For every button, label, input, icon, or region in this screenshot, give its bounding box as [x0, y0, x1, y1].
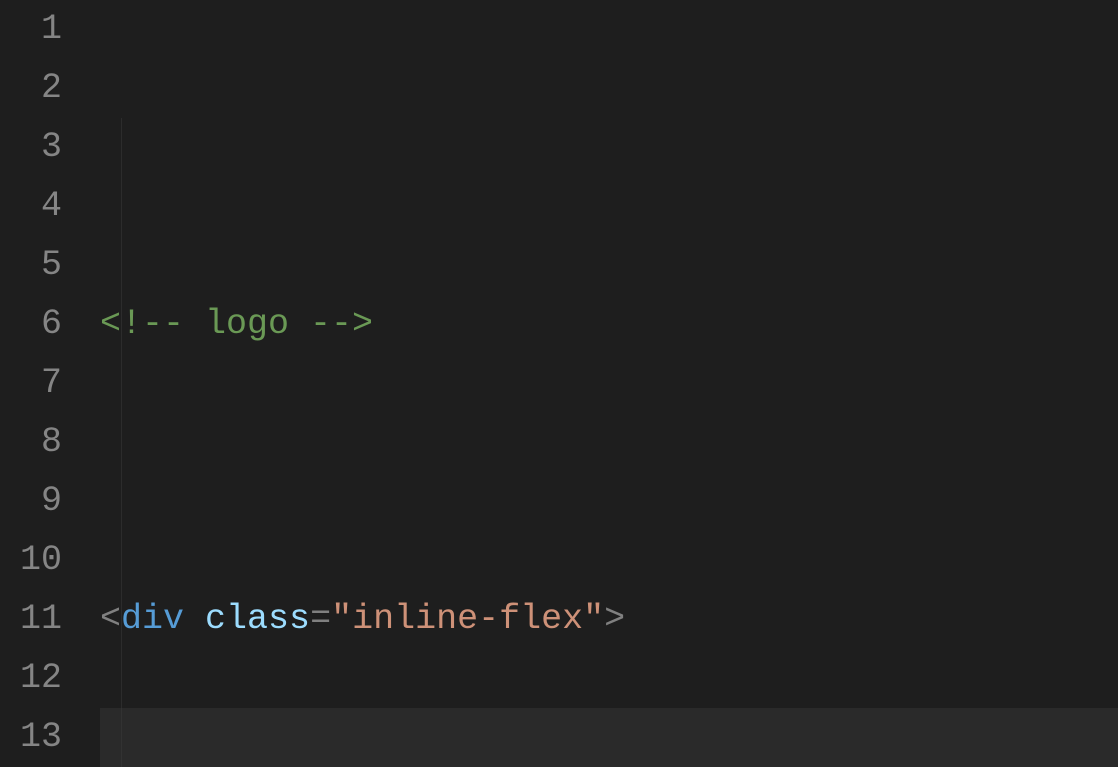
line-number: 9 — [0, 472, 100, 531]
line-number: 4 — [0, 177, 100, 236]
angle-open: < — [100, 599, 121, 639]
line-number: 5 — [0, 236, 100, 295]
line-number: 3 — [0, 118, 100, 177]
angle-close: > — [604, 599, 625, 639]
line-number: 11 — [0, 590, 100, 649]
line-number: 13 — [0, 708, 100, 767]
code-editor[interactable]: 1 2 3 4 5 6 7 8 9 10 11 12 13 <!-- logo … — [0, 0, 1118, 767]
line-number: 10 — [0, 531, 100, 590]
code-line[interactable]: <!-- logo --> — [100, 295, 1118, 354]
code-area[interactable]: <!-- logo --> <div class="inline-flex"> … — [100, 0, 1118, 767]
code-line[interactable]: <div class="inline-flex"> — [100, 590, 1118, 649]
indent-guide — [121, 118, 122, 767]
line-number: 1 — [0, 0, 100, 59]
comment-text: logo — [184, 304, 310, 344]
gutter: 1 2 3 4 5 6 7 8 9 10 11 12 13 — [0, 0, 100, 767]
line-number: 7 — [0, 354, 100, 413]
comment-close: --> — [310, 304, 373, 344]
line-number: 8 — [0, 413, 100, 472]
attr-name: class — [205, 599, 310, 639]
tag-name: div — [121, 599, 184, 639]
line-number: 6 — [0, 295, 100, 354]
line-number: 2 — [0, 59, 100, 118]
comment-open: <!-- — [100, 304, 184, 344]
quote: " — [583, 599, 604, 639]
attr-value: inline-flex — [352, 599, 583, 639]
equals: = — [310, 599, 331, 639]
line-number: 12 — [0, 649, 100, 708]
space — [184, 599, 205, 639]
quote: " — [331, 599, 352, 639]
